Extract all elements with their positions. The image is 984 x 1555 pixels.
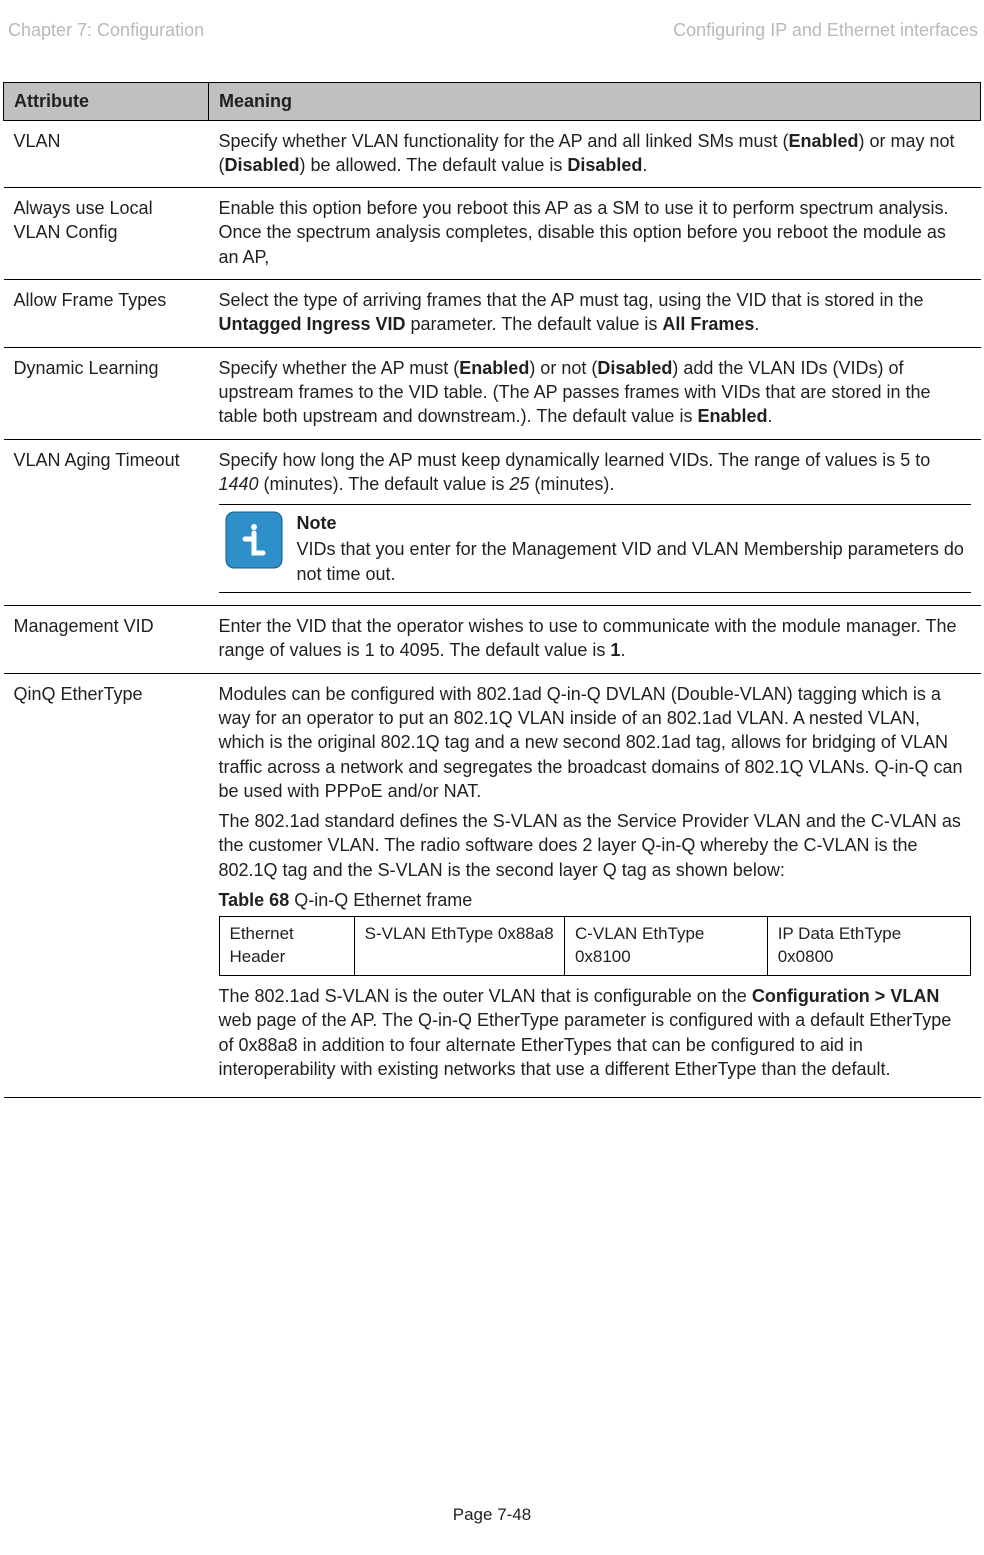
- note-icon: [225, 511, 283, 569]
- meaning-cell-dynamic: Specify whether the AP must (Enabled) or…: [209, 347, 981, 439]
- attr-cell-qinq: QinQ EtherType: [4, 673, 209, 1098]
- table-header-row: Attribute Meaning: [4, 83, 981, 120]
- note-body: VIDs that you enter for the Management V…: [297, 539, 964, 583]
- qinq-para-2: The 802.1ad standard defines the S-VLAN …: [219, 809, 971, 882]
- sub-table-caption: Table 68 Q-in-Q Ethernet frame: [219, 888, 971, 912]
- table-row: Allow Frame Types Select the type of arr…: [4, 280, 981, 348]
- meaning-cell-always-local: Enable this option before you reboot thi…: [209, 188, 981, 280]
- attr-cell-vlan: VLAN: [4, 120, 209, 188]
- meaning-cell-qinq: Modules can be configured with 802.1ad Q…: [209, 673, 981, 1098]
- col-header-attribute: Attribute: [4, 83, 209, 120]
- table-row: Dynamic Learning Specify whether the AP …: [4, 347, 981, 439]
- sub-cell-ethernet-header: Ethernet Header: [219, 917, 354, 976]
- table-row: VLAN Specify whether VLAN functionality …: [4, 120, 981, 188]
- qinq-para-3: The 802.1ad S-VLAN is the outer VLAN tha…: [219, 984, 971, 1081]
- attr-cell-allow-frame: Allow Frame Types: [4, 280, 209, 348]
- attr-cell-aging: VLAN Aging Timeout: [4, 439, 209, 605]
- meaning-cell-vlan: Specify whether VLAN functionality for t…: [209, 120, 981, 188]
- attr-cell-always-local: Always use Local VLAN Config: [4, 188, 209, 280]
- table-row: Always use Local VLAN Config Enable this…: [4, 188, 981, 280]
- sub-cell-cvlan: C-VLAN EthType 0x8100: [564, 917, 767, 976]
- sub-cell-ip-data: IP Data EthType 0x0800: [767, 917, 970, 976]
- note-text: Note VIDs that you enter for the Managem…: [297, 511, 965, 586]
- col-header-meaning: Meaning: [209, 83, 981, 120]
- meaning-cell-mgmt-vid: Enter the VID that the operator wishes t…: [209, 606, 981, 674]
- attribute-table: Attribute Meaning VLAN Specify whether V…: [3, 82, 981, 1098]
- meaning-cell-allow-frame: Select the type of arriving frames that …: [209, 280, 981, 348]
- table-row: VLAN Aging Timeout Specify how long the …: [4, 439, 981, 605]
- note-label: Note: [297, 511, 965, 535]
- sub-table-row: Ethernet Header S-VLAN EthType 0x88a8 C-…: [219, 917, 970, 976]
- qinq-sub-table: Ethernet Header S-VLAN EthType 0x88a8 C-…: [219, 916, 971, 976]
- table-row: QinQ EtherType Modules can be configured…: [4, 673, 981, 1098]
- page-header: Chapter 7: Configuration Configuring IP …: [0, 18, 984, 82]
- header-left: Chapter 7: Configuration: [8, 18, 204, 42]
- page-footer: Page 7-48: [0, 1504, 984, 1527]
- sub-cell-svlan: S-VLAN EthType 0x88a8: [354, 917, 564, 976]
- attr-cell-mgmt-vid: Management VID: [4, 606, 209, 674]
- table-row: Management VID Enter the VID that the op…: [4, 606, 981, 674]
- qinq-para-1: Modules can be configured with 802.1ad Q…: [219, 682, 971, 803]
- note-box: Note VIDs that you enter for the Managem…: [219, 504, 971, 593]
- attr-cell-dynamic: Dynamic Learning: [4, 347, 209, 439]
- header-right: Configuring IP and Ethernet interfaces: [673, 18, 978, 42]
- meaning-cell-aging: Specify how long the AP must keep dynami…: [209, 439, 981, 605]
- main-content: Attribute Meaning VLAN Specify whether V…: [0, 82, 984, 1098]
